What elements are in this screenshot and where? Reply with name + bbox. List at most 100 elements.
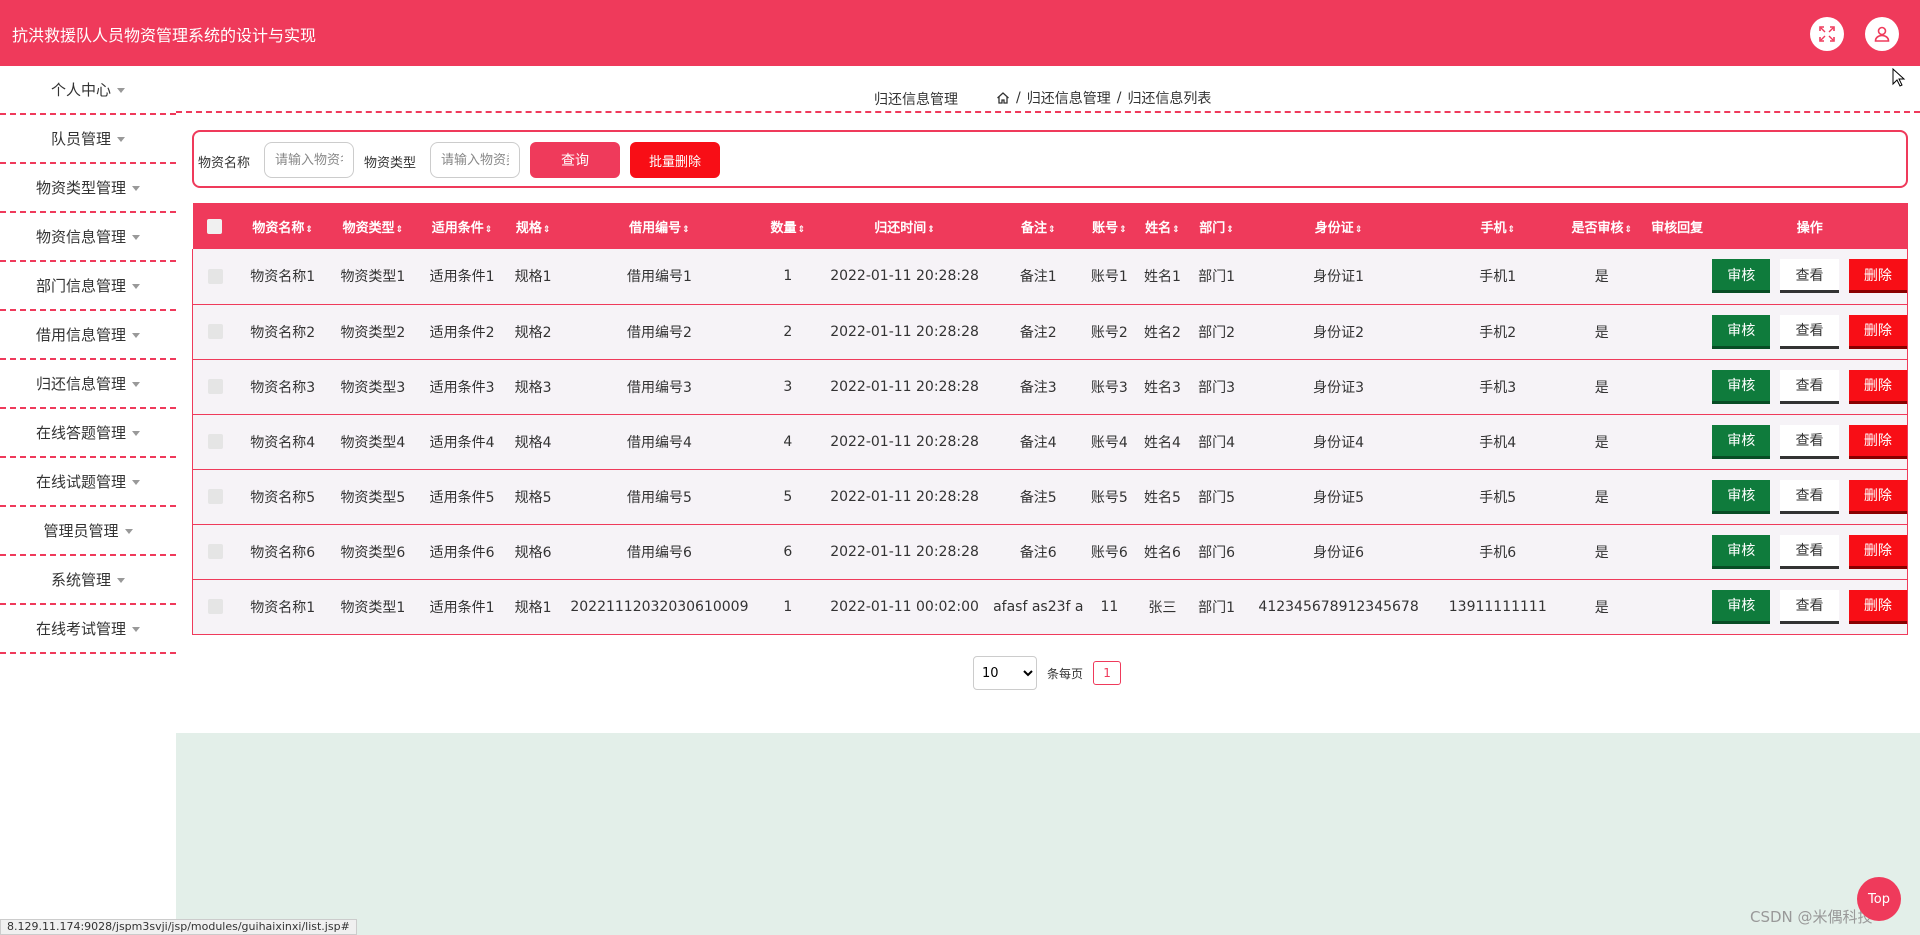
table-cell: 13911111111 <box>1448 598 1547 615</box>
column-header[interactable]: 账号⇕ <box>1084 203 1135 249</box>
row-select-cell <box>192 524 238 579</box>
column-header[interactable]: 借用编号⇕ <box>560 203 760 249</box>
page-size-select[interactable]: 102050100 <box>973 656 1037 690</box>
table-cell: 是 <box>1594 269 1609 286</box>
row-select-cell <box>192 469 238 524</box>
back-to-top-button[interactable]: Top <box>1857 877 1901 921</box>
sidebar-item-admin[interactable]: 管理员管理 <box>0 507 176 556</box>
home-icon[interactable] <box>996 91 1010 105</box>
row-checkbox[interactable] <box>207 379 223 394</box>
sidebar-item-system[interactable]: 系统管理 <box>0 556 176 605</box>
table-cell: 身份证2 <box>1313 324 1365 341</box>
column-header[interactable]: 适用条件⇕ <box>417 203 506 249</box>
table-cell: 是 <box>1594 599 1609 616</box>
sidebar-item-online-question[interactable]: 在线试题管理 <box>0 458 176 507</box>
row-checkbox[interactable] <box>207 599 223 614</box>
table-cell: 部门4 <box>1198 434 1235 451</box>
column-header[interactable]: 身份证⇕ <box>1243 203 1434 249</box>
sidebar-item-department[interactable]: 部门信息管理 <box>0 262 176 311</box>
audit-button[interactable]: 审核 <box>1712 534 1771 569</box>
sort-icon: ⇕ <box>1624 224 1633 235</box>
view-button[interactable]: 查看 <box>1780 314 1839 349</box>
row-checkbox[interactable] <box>207 268 223 284</box>
material-name-input[interactable] <box>264 142 354 178</box>
table-cell: 规格1 <box>514 269 552 286</box>
row-checkbox[interactable] <box>207 544 223 559</box>
sidebar-item-online-answer[interactable]: 在线答题管理 <box>0 409 176 458</box>
sidebar-item-member-management[interactable]: 队员管理 <box>0 115 176 164</box>
sidebar-item-material-info[interactable]: 物资信息管理 <box>0 213 176 262</box>
delete-button[interactable]: 删除 <box>1848 314 1907 349</box>
row-select-cell <box>192 359 238 414</box>
table-cell: 借用编号2 <box>626 324 692 341</box>
column-header[interactable]: 物资名称⇕ <box>237 203 328 249</box>
delete-button[interactable]: 删除 <box>1848 259 1907 294</box>
breadcrumb-level2: 归还信息列表 <box>1127 91 1212 107</box>
table-cell: 备注3 <box>1019 379 1057 396</box>
column-header[interactable]: 数量⇕ <box>759 203 816 249</box>
fullscreen-button[interactable] <box>1810 17 1844 51</box>
caret-down-icon <box>132 480 140 485</box>
view-button[interactable]: 查看 <box>1780 589 1839 624</box>
audit-button[interactable]: 审核 <box>1712 424 1771 459</box>
delete-button[interactable]: 删除 <box>1848 589 1907 624</box>
sidebar-item-material-type[interactable]: 物资类型管理 <box>0 164 176 213</box>
table-cell: 2022-01-11 20:28:28 <box>830 378 979 395</box>
column-header[interactable]: 手机⇕ <box>1434 203 1561 249</box>
sort-icon: ⇕ <box>682 224 690 235</box>
sidebar-item-return[interactable]: 归还信息管理 <box>0 360 176 409</box>
audit-button[interactable]: 审核 <box>1712 479 1771 514</box>
audit-button[interactable]: 审核 <box>1712 259 1771 294</box>
page-number-button[interactable]: 1 <box>1093 661 1122 685</box>
query-button[interactable]: 查询 <box>530 142 620 178</box>
column-header[interactable]: 是否审核⇕ <box>1561 203 1642 249</box>
table-cell: 适用条件5 <box>429 489 495 506</box>
material-type-input[interactable] <box>430 142 520 178</box>
column-header[interactable]: 归还时间⇕ <box>816 203 992 249</box>
select-all-checkbox[interactable] <box>207 218 223 234</box>
row-checkbox[interactable] <box>207 489 223 504</box>
view-button[interactable]: 查看 <box>1780 259 1839 294</box>
view-button[interactable]: 查看 <box>1780 369 1839 404</box>
table-cell: 手机3 <box>1479 379 1517 396</box>
audit-button[interactable]: 审核 <box>1712 369 1771 404</box>
table-cell: 是 <box>1594 489 1609 506</box>
view-button[interactable]: 查看 <box>1780 534 1839 569</box>
table-cell: 适用条件6 <box>429 544 495 561</box>
return-info-table: 物资名称⇕ 物资类型⇕ 适用条件⇕ 规格⇕ 借用编号⇕ 数量⇕ 归还时间⇕ 备注… <box>192 203 1909 635</box>
row-checkbox[interactable] <box>207 324 223 339</box>
row-checkbox[interactable] <box>207 434 223 449</box>
column-header[interactable]: 姓名⇕ <box>1135 203 1190 249</box>
audit-button[interactable]: 审核 <box>1712 314 1771 349</box>
sidebar-item-personal-center[interactable]: 个人中心 <box>0 66 176 115</box>
table-cell: 物资名称2 <box>250 324 316 341</box>
view-button[interactable]: 查看 <box>1780 424 1839 459</box>
caret-down-icon <box>124 529 133 534</box>
table-cell: 手机5 <box>1479 489 1517 506</box>
user-menu-button[interactable] <box>1865 17 1899 51</box>
table-cell: 3 <box>783 378 793 395</box>
sidebar-menu: 个人中心 队员管理 物资类型管理 物资信息管理 部门信息管理 借用信息管理 归还… <box>0 66 176 935</box>
sidebar-item-online-exam[interactable]: 在线考试管理 <box>0 605 176 654</box>
delete-button[interactable]: 删除 <box>1848 424 1907 459</box>
sidebar-item-borrow[interactable]: 借用信息管理 <box>0 311 176 360</box>
breadcrumb-level1[interactable]: 归还信息管理 <box>1027 88 1111 108</box>
column-header[interactable]: 规格⇕ <box>507 203 560 249</box>
sort-icon: ⇕ <box>1507 224 1516 235</box>
column-header[interactable]: 部门⇕ <box>1190 203 1243 249</box>
table-cell: 物资类型6 <box>340 544 406 561</box>
delete-button[interactable]: 删除 <box>1848 534 1907 569</box>
column-header[interactable]: 物资类型⇕ <box>328 203 417 249</box>
delete-button[interactable]: 删除 <box>1848 479 1907 514</box>
table-cell: 借用编号1 <box>626 269 692 286</box>
view-button[interactable]: 查看 <box>1780 479 1839 514</box>
table-cell: 身份证3 <box>1313 379 1365 396</box>
app-title: 抗洪救援队人员物资管理系统的设计与实现 <box>12 26 317 45</box>
table-cell: 物资名称6 <box>250 544 316 561</box>
audit-button[interactable]: 审核 <box>1712 589 1771 624</box>
table-cell: 物资类型1 <box>340 269 406 286</box>
sort-icon: ⇕ <box>1354 224 1363 235</box>
column-header[interactable]: 备注⇕ <box>993 203 1084 249</box>
batch-delete-button[interactable]: 批量删除 <box>630 142 720 178</box>
delete-button[interactable]: 删除 <box>1848 369 1907 404</box>
